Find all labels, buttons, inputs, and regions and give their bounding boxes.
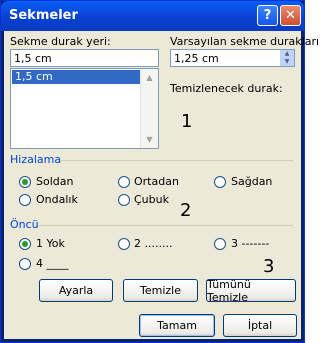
align-decimal-label[interactable]: Ondalık bbox=[36, 193, 78, 206]
default-tabs-value: 1,25 cm bbox=[174, 52, 219, 65]
annotation-1: 1 bbox=[181, 111, 193, 132]
tab-stop-list[interactable]: 1,5 cm ▲ ▼ bbox=[10, 68, 159, 149]
leader-none-label[interactable]: 1 Yok bbox=[36, 237, 65, 250]
leader-separator bbox=[38, 225, 293, 226]
dialog-body: Sekme durak yeri: 1,5 cm 1,5 cm ▲ ▼ Vars… bbox=[4, 31, 320, 339]
tab-stop-input[interactable]: 1,5 cm bbox=[10, 49, 159, 67]
leader-dashes-label[interactable]: 3 ------- bbox=[231, 237, 269, 250]
align-right-radio[interactable] bbox=[214, 176, 226, 188]
align-bar-label[interactable]: Çubuk bbox=[134, 193, 169, 206]
clear-button[interactable]: Temizle bbox=[123, 279, 198, 302]
leader-dashes-radio[interactable] bbox=[214, 238, 226, 250]
leader-group-title: Öncü bbox=[10, 218, 39, 231]
leader-none-radio[interactable] bbox=[19, 238, 31, 250]
default-tabs-spinner[interactable]: 1,25 cm ▲ ▼ bbox=[170, 49, 295, 67]
align-left-label[interactable]: Soldan bbox=[36, 175, 73, 188]
list-scrollbar[interactable]: ▲ ▼ bbox=[140, 69, 158, 148]
alignment-group-title: Hizalama bbox=[10, 153, 62, 166]
align-bar-radio[interactable] bbox=[118, 194, 130, 206]
leader-underline-radio[interactable] bbox=[19, 258, 31, 270]
align-decimal-radio[interactable] bbox=[19, 194, 31, 206]
title-bar[interactable]: Sekmeler ? ✕ bbox=[1, 1, 304, 31]
default-tabs-label: Varsayılan sekme durakları: bbox=[170, 35, 320, 48]
annotation-2: 2 bbox=[180, 200, 192, 221]
window-title: Sekmeler bbox=[9, 8, 78, 23]
scroll-down-icon[interactable]: ▼ bbox=[141, 131, 158, 148]
set-button[interactable]: Ayarla bbox=[39, 279, 113, 302]
clear-all-button[interactable]: Tümünü Temizle bbox=[206, 278, 296, 304]
help-button[interactable]: ? bbox=[257, 5, 278, 26]
leader-dots-label[interactable]: 2 ........ bbox=[134, 237, 172, 250]
close-button[interactable]: ✕ bbox=[280, 5, 301, 26]
spinner-buttons[interactable]: ▲ ▼ bbox=[280, 50, 294, 66]
tabs-dialog: Sekmeler ? ✕ Sekme durak yeri: 1,5 cm 1,… bbox=[0, 0, 320, 343]
cancel-button[interactable]: İptal bbox=[223, 314, 297, 337]
spin-up-icon[interactable]: ▲ bbox=[280, 50, 294, 58]
tab-stop-label: Sekme durak yeri: bbox=[10, 35, 111, 48]
align-left-radio[interactable] bbox=[19, 176, 31, 188]
spin-down-icon[interactable]: ▼ bbox=[280, 58, 294, 66]
list-item[interactable]: 1,5 cm bbox=[12, 70, 140, 84]
annotation-3: 3 bbox=[263, 256, 275, 277]
tab-stop-value: 1,5 cm bbox=[14, 52, 52, 65]
leader-underline-label[interactable]: 4 ____ bbox=[36, 257, 69, 270]
align-center-label[interactable]: Ortadan bbox=[134, 175, 179, 188]
align-center-radio[interactable] bbox=[118, 176, 130, 188]
clear-stops-label: Temizlenecek durak: bbox=[170, 82, 283, 95]
ok-button[interactable]: Tamam bbox=[139, 314, 215, 337]
align-right-label[interactable]: Sağdan bbox=[231, 175, 272, 188]
leader-dots-radio[interactable] bbox=[118, 238, 130, 250]
scroll-up-icon[interactable]: ▲ bbox=[141, 69, 158, 86]
alignment-separator bbox=[60, 160, 293, 161]
